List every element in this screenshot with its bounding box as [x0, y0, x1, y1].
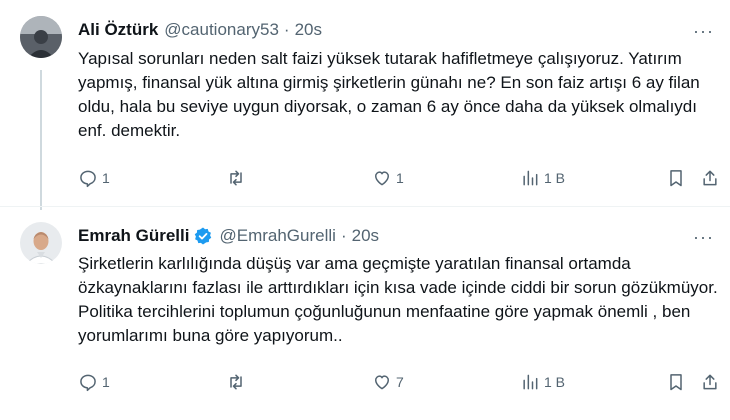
- repost-button[interactable]: [226, 166, 250, 190]
- repost-button[interactable]: [226, 370, 250, 394]
- bookmark-icon: [670, 170, 682, 187]
- reply-icon: [80, 374, 96, 392]
- share-button[interactable]: [700, 166, 720, 190]
- views-button[interactable]: 1 B: [520, 370, 565, 394]
- author-name[interactable]: Emrah Gürelli: [78, 226, 189, 246]
- reply-count: 1: [102, 170, 110, 186]
- like-button[interactable]: 7: [372, 370, 404, 394]
- separator-dot: ·: [340, 226, 347, 245]
- author-handle[interactable]: @EmrahGurelli: [219, 226, 335, 246]
- tweet-2[interactable]: Emrah Gürelli @EmrahGurelli · 20s ··· Şi…: [0, 206, 730, 420]
- tweet-time[interactable]: 20s: [352, 226, 379, 246]
- tweet-text: Şirketlerin karlılığında düşüş var ama g…: [78, 254, 718, 345]
- author-name[interactable]: Ali Öztürk: [78, 20, 158, 40]
- heart-icon: [375, 375, 389, 390]
- tweet-1[interactable]: Ali Öztürk @cautionary53 · 20s ··· Yapıs…: [0, 0, 730, 210]
- views-button[interactable]: 1 B: [520, 166, 565, 190]
- avatar-ali-ozturk[interactable]: [20, 16, 62, 58]
- like-button[interactable]: 1: [372, 166, 404, 190]
- tweet-header: Emrah Gürelli @EmrahGurelli · 20s: [78, 226, 379, 246]
- heart-icon: [375, 171, 389, 186]
- repost-icon: [230, 374, 242, 390]
- share-icon: [703, 170, 717, 186]
- share-icon: [703, 374, 717, 390]
- bookmark-button[interactable]: [666, 370, 686, 394]
- views-chart-icon: [523, 170, 538, 186]
- repost-icon: [230, 170, 242, 186]
- like-count: 7: [396, 374, 404, 390]
- views-count: 1 B: [544, 170, 566, 186]
- views-count: 1 B: [544, 374, 566, 390]
- author-handle[interactable]: @cautionary53: [164, 20, 279, 40]
- thread-connector-line: [40, 70, 42, 210]
- reply-button[interactable]: 1: [78, 166, 110, 190]
- tweet-time[interactable]: 20s: [295, 20, 322, 40]
- verified-badge-icon: [193, 226, 213, 246]
- tweet-text: Yapısal sorunları neden salt faizi yükse…: [78, 49, 700, 140]
- views-chart-icon: [523, 374, 538, 390]
- tweet-actions: 1 1 1 B: [78, 166, 718, 190]
- reply-count: 1: [102, 374, 110, 390]
- tweet-header: Ali Öztürk @cautionary53 · 20s: [78, 20, 322, 40]
- share-button[interactable]: [700, 370, 720, 394]
- more-options-icon[interactable]: ···: [693, 22, 714, 40]
- more-options-icon[interactable]: ···: [693, 228, 714, 246]
- tweet-actions: 1 7 1 B: [78, 370, 718, 394]
- reply-button[interactable]: 1: [78, 370, 110, 394]
- bookmark-icon: [670, 374, 682, 391]
- reply-icon: [80, 170, 96, 188]
- like-count: 1: [396, 170, 404, 186]
- bookmark-button[interactable]: [666, 166, 686, 190]
- separator-dot: ·: [283, 20, 290, 39]
- avatar-emrah-gurelli[interactable]: [20, 222, 62, 264]
